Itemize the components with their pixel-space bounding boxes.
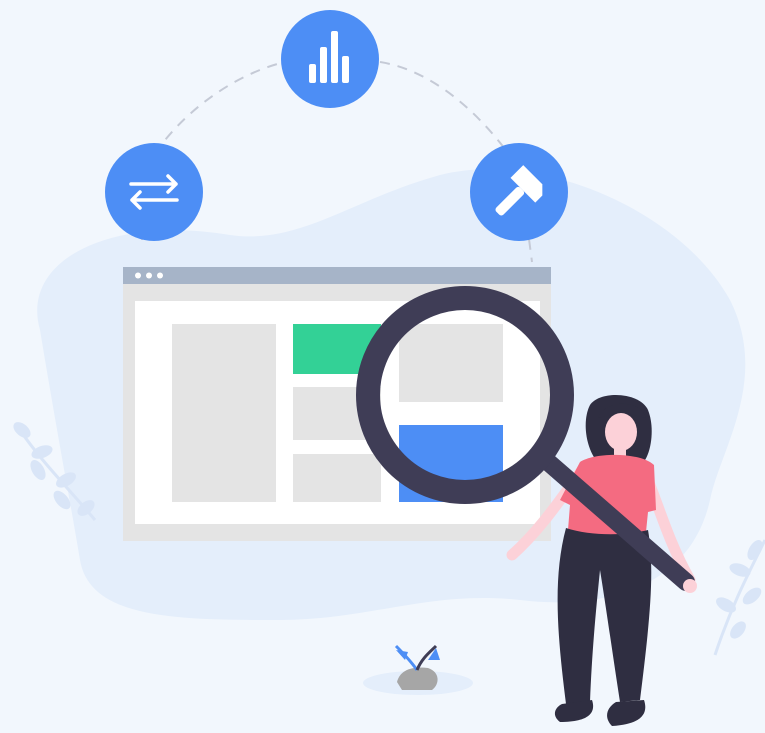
- website-analysis-illustration: [13, 10, 765, 726]
- placeholder-block: [293, 454, 381, 502]
- illustration-stage: [0, 0, 765, 733]
- hammer-icon: [470, 143, 568, 241]
- window-dot: [146, 272, 152, 279]
- plant-rock-decoration: [363, 644, 473, 695]
- browser-title-bar: [123, 267, 551, 284]
- placeholder-sidebar-block: [172, 324, 276, 502]
- placeholder-block: [399, 324, 503, 402]
- window-dot: [135, 272, 141, 279]
- swap-arrows-icon: [105, 143, 203, 241]
- leaves-right-decoration: [713, 539, 765, 656]
- window-dot: [157, 272, 163, 279]
- bar-chart-icon: [281, 10, 379, 108]
- hand: [683, 579, 697, 593]
